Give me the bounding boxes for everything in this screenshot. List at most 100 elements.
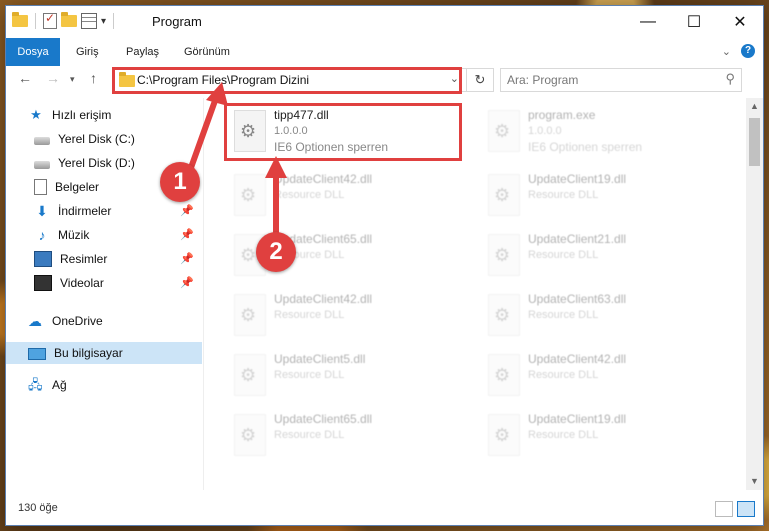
address-highlight-box (112, 67, 462, 94)
quick-access-toolbar: ▾ (12, 11, 117, 29)
search-icon: ⚲ (725, 71, 735, 86)
ribbon-controls: ⌄ ? (722, 44, 755, 58)
window-title: Program (152, 14, 202, 29)
nav-item-onedrive[interactable]: ☁ OneDrive (6, 310, 202, 332)
drive-icon (34, 136, 50, 145)
dll-file-icon (234, 414, 266, 456)
file-description: IE6 Optionen sperren (528, 140, 643, 154)
dll-file-icon (234, 174, 266, 216)
pin-icon[interactable]: 📌 (180, 204, 194, 217)
downloads-icon: ⬇ (36, 203, 48, 219)
tab-view[interactable]: Görünüm (174, 38, 240, 66)
file-description: Resource DLL (528, 429, 599, 441)
file-item[interactable]: UpdateClient21.dll Resource DLL (480, 228, 720, 284)
ribbon-tabs: Dosya Giriş Paylaş Görünüm ⌄ ? (6, 38, 763, 66)
network-icon: 🖧 (28, 377, 43, 392)
close-button[interactable]: ✕ (717, 6, 763, 38)
tiles-view-icon[interactable] (737, 501, 755, 517)
nav-item-network[interactable]: 🖧 Ağ (6, 374, 202, 396)
file-description: Resource DLL (274, 369, 345, 381)
title-bar: ▾ Program — ☐ ✕ (6, 6, 763, 38)
drive-icon (34, 160, 50, 169)
chevron-down-icon[interactable]: ▾ (101, 16, 106, 27)
computer-icon (28, 347, 46, 360)
scroll-up-icon[interactable]: ▲ (746, 98, 763, 115)
search-box[interactable]: Ara: Program ⚲ (500, 68, 742, 92)
file-name: UpdateClient42.dll (274, 172, 373, 186)
nav-item-label: Ağ (52, 378, 67, 392)
pin-icon[interactable]: 📌 (180, 276, 194, 289)
file-item[interactable]: UpdateClient5.dll Resource DLL (226, 348, 466, 404)
vertical-scrollbar[interactable]: ▲ ▼ (746, 98, 763, 490)
file-item[interactable]: UpdateClient63.dll Resource DLL (480, 288, 720, 344)
properties-check-icon[interactable] (43, 11, 57, 29)
pin-icon[interactable]: 📌 (180, 228, 194, 241)
folder-icon (12, 12, 28, 27)
file-item[interactable]: UpdateClient42.dll Resource DLL (480, 348, 720, 404)
forward-arrow-icon[interactable]: → (46, 70, 60, 86)
nav-item-quick-access[interactable]: ★ Hızlı erişim (6, 104, 202, 126)
dll-file-icon (488, 354, 520, 396)
music-icon: ♪ (38, 227, 46, 243)
nav-item-label: Bu bilgisayar (54, 346, 123, 360)
file-item[interactable]: UpdateClient42.dll Resource DLL (226, 288, 466, 344)
file-highlight-box (224, 103, 462, 161)
expand-ribbon-icon[interactable]: ⌄ (722, 45, 731, 58)
file-item[interactable]: UpdateClient42.dll Resource DLL (226, 168, 466, 224)
file-item[interactable]: program.exe 1.0.0.0 IE6 Optionen sperren (480, 104, 720, 160)
maximize-button[interactable]: ☐ (671, 6, 717, 38)
nav-item-label: İndirmeler (58, 204, 112, 218)
minimize-button[interactable]: — (625, 6, 671, 38)
cloud-icon: ☁ (28, 313, 42, 329)
help-icon[interactable]: ? (741, 44, 755, 58)
nav-item-label: Resimler (60, 252, 108, 266)
file-name: UpdateClient42.dll (528, 352, 627, 366)
file-name: UpdateClient42.dll (274, 292, 373, 306)
scroll-down-icon[interactable]: ▼ (746, 473, 763, 490)
file-description: Resource DLL (274, 189, 345, 201)
file-item[interactable]: UpdateClient65.dll Resource DLL (226, 408, 466, 464)
nav-item-disk-c[interactable]: Yerel Disk (C:) (6, 128, 202, 150)
nav-item-pictures[interactable]: Resimler 📌 (6, 248, 202, 270)
recent-locations-chevron-icon[interactable]: ▾ (70, 74, 75, 85)
dll-file-icon (488, 414, 520, 456)
up-arrow-icon[interactable]: ↑ (90, 70, 97, 86)
pin-icon[interactable]: 📌 (180, 252, 194, 265)
nav-item-label: Müzik (58, 228, 90, 242)
file-name: UpdateClient65.dll (274, 412, 373, 426)
file-description: Resource DLL (528, 369, 599, 381)
file-version: 1.0.0.0 (528, 125, 562, 137)
nav-item-label: Belgeler (55, 180, 100, 194)
file-description: Resource DLL (528, 309, 599, 321)
tab-share[interactable]: Paylaş (116, 38, 169, 66)
tab-home[interactable]: Giriş (66, 38, 109, 66)
view-toggle (715, 501, 755, 517)
nav-item-videos[interactable]: Videolar 📌 (6, 272, 202, 294)
documents-icon (34, 179, 47, 195)
file-name: UpdateClient21.dll (528, 232, 627, 246)
details-view-icon[interactable] (715, 501, 733, 517)
videos-icon (34, 275, 52, 291)
dll-file-icon (234, 354, 266, 396)
properties-icon[interactable] (81, 13, 97, 29)
file-description: Resource DLL (274, 429, 345, 441)
exe-file-icon (488, 110, 520, 152)
back-arrow-icon[interactable]: ← (18, 70, 32, 86)
refresh-icon[interactable]: ↻ (466, 69, 493, 91)
scrollbar-thumb[interactable] (749, 118, 760, 166)
nav-item-downloads[interactable]: ⬇ İndirmeler 📌 (6, 200, 202, 222)
tab-file[interactable]: Dosya (6, 38, 60, 66)
new-folder-icon[interactable] (61, 12, 77, 27)
step-1-badge: 1 (160, 162, 200, 202)
dll-file-icon (488, 294, 520, 336)
file-item[interactable]: UpdateClient19.dll Resource DLL (480, 408, 720, 464)
nav-item-label: Videolar (60, 276, 104, 290)
star-icon: ★ (30, 107, 42, 122)
file-item[interactable]: UpdateClient19.dll Resource DLL (480, 168, 720, 224)
item-count: 130 öğe (18, 502, 58, 514)
nav-item-this-pc[interactable]: Bu bilgisayar (6, 342, 202, 364)
search-input[interactable]: Ara: Program (507, 73, 578, 87)
file-description: Resource DLL (528, 189, 599, 201)
dll-file-icon (488, 174, 520, 216)
nav-item-music[interactable]: ♪ Müzik 📌 (6, 224, 202, 246)
